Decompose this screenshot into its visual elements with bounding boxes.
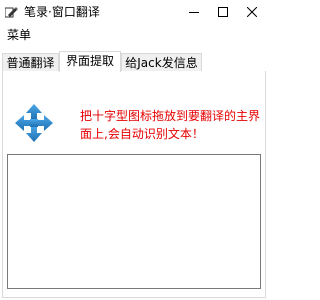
result-textbox[interactable]: [7, 154, 261, 289]
tab-interface-extract[interactable]: 界面提取: [59, 51, 121, 72]
pen-icon: [5, 7, 18, 18]
title-bar[interactable]: 笔录·窗口翻译: [0, 0, 268, 25]
tab-message-jack[interactable]: 给Jack发信息: [121, 53, 202, 71]
minimize-icon: [188, 12, 199, 13]
app-window: 笔录·窗口翻译 菜单 普通翻译 界面提取 给Jack发信息 把十字型图标拖放到要…: [0, 0, 268, 300]
move-arrows-icon[interactable]: [14, 103, 54, 143]
minimize-button[interactable]: [179, 0, 208, 24]
drag-hint-text: 把十字型图标拖放到要翻译的主界面上,会自动识别文本！: [80, 109, 261, 141]
tab-normal-translate[interactable]: 普通翻译: [2, 53, 59, 71]
maximize-button[interactable]: [208, 0, 237, 24]
window-title: 笔录·窗口翻译: [24, 5, 100, 19]
close-button[interactable]: [237, 0, 266, 24]
close-icon: [246, 7, 257, 17]
menu-item-menu[interactable]: 菜单: [4, 27, 34, 43]
menu-bar: 菜单: [0, 25, 268, 46]
maximize-icon: [217, 7, 228, 17]
